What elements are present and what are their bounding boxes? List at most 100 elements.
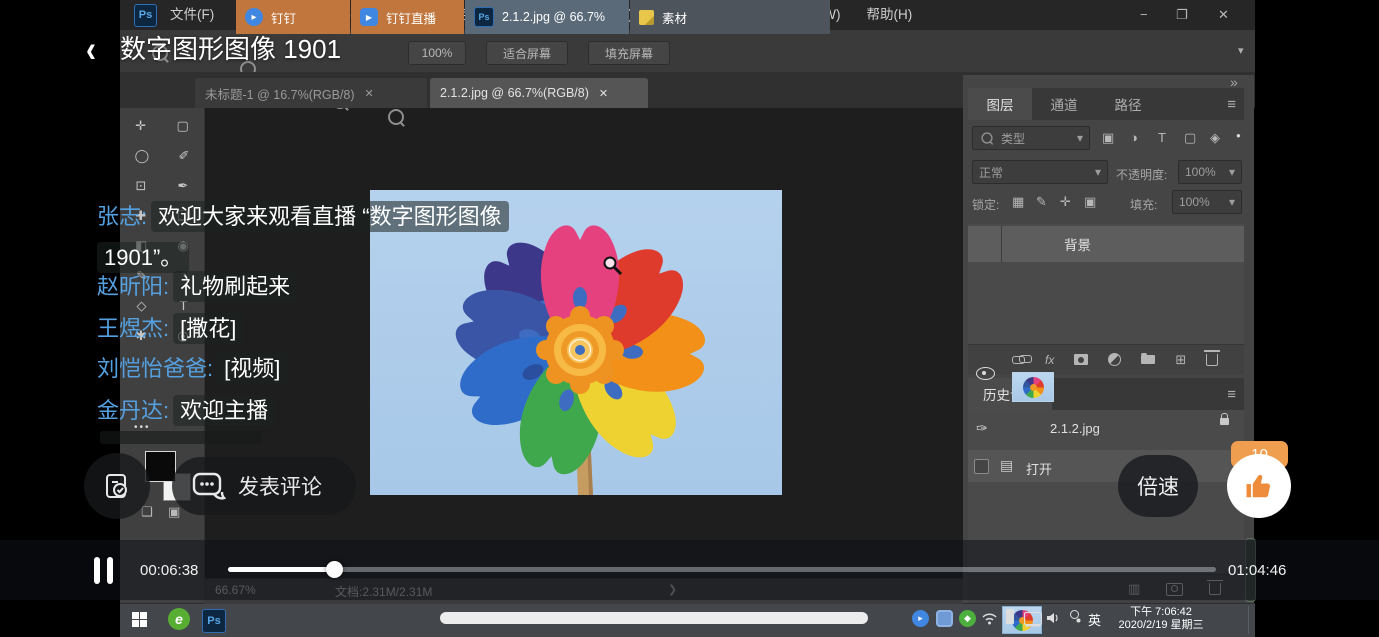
photoshop-taskbar-icon[interactable]: Ps: [202, 609, 226, 633]
layer-style-fx-icon[interactable]: fx: [1045, 353, 1054, 367]
layer-filter-box[interactable]: 类型 ▾: [972, 126, 1090, 150]
opacity-label: 不透明度:: [1116, 166, 1167, 183]
taskbar-ps-document-button[interactable]: Ps 2.1.2.jpg @ 66.7%: [465, 0, 629, 34]
tab-layers[interactable]: 图层: [968, 88, 1032, 120]
menu-file[interactable]: 文件(F): [157, 0, 227, 30]
start-button[interactable]: [132, 612, 147, 627]
tray-green-app-icon[interactable]: ◆: [959, 610, 976, 627]
fill-screen-button[interactable]: 填充屏幕: [588, 41, 670, 65]
tab-label: 未标题-1 @ 16.7%(RGB/8): [205, 84, 355, 103]
speaker-icon[interactable]: [1046, 612, 1062, 624]
tray-grid-app-icon[interactable]: [936, 610, 953, 627]
computer-icon[interactable]: [1024, 612, 1042, 625]
tab-close-icon[interactable]: ✕: [365, 87, 374, 100]
history-brush-source-icon[interactable]: ✑: [976, 420, 988, 437]
fit-screen-button[interactable]: 适合屏幕: [486, 41, 568, 65]
zoom-option-icon[interactable]: [388, 109, 404, 125]
pause-button[interactable]: [107, 557, 113, 584]
close-icon[interactable]: ✕: [1218, 7, 1229, 23]
tool-icon[interactable]: ⊡: [136, 178, 147, 194]
layer-visibility-eye-icon[interactable]: [976, 367, 995, 380]
post-comment-button[interactable]: 发表评论: [172, 457, 356, 515]
document-tab-untitled[interactable]: 未标题-1 @ 16.7%(RGB/8) ✕: [195, 78, 427, 108]
opacity-field[interactable]: 100% ▾: [1178, 160, 1242, 184]
chat-message: 刘恺怡爸爸:[视频]: [97, 348, 559, 389]
blend-mode-select[interactable]: 正常 ▾: [972, 160, 1108, 184]
tool-icon[interactable]: ✐: [178, 148, 189, 164]
chat-message: 赵昕阳:礼物刷起来: [97, 266, 559, 307]
link-layers-icon[interactable]: [1012, 356, 1025, 364]
dropdown-icon: ▾: [1229, 195, 1235, 209]
like-button[interactable]: [1227, 454, 1291, 518]
history-panel-tabbar: 历史记录 ≡: [968, 378, 1244, 410]
menu-help[interactable]: 帮助(H): [853, 0, 925, 30]
history-state-doc-icon: ▤: [1000, 457, 1013, 474]
new-group-icon[interactable]: [1141, 355, 1155, 364]
filter-adjustment-icon[interactable]: ◑: [1130, 130, 1138, 145]
tool-icon[interactable]: ✒: [178, 178, 189, 194]
history-state-name[interactable]: 打开: [1026, 459, 1052, 478]
comment-bubble-icon: [192, 471, 226, 501]
panel-menu-icon[interactable]: ≡: [1160, 88, 1244, 120]
dingtalk-live-icon: ▶: [360, 8, 378, 26]
foreground-color-swatch[interactable]: [145, 451, 176, 482]
seek-bar-track[interactable]: [228, 567, 1216, 572]
playback-speed-button[interactable]: 倍速: [1118, 455, 1198, 517]
chat-username: 金丹达:: [97, 398, 173, 423]
lock-paint-icon[interactable]: ✎: [1036, 194, 1047, 210]
filter-type-icon[interactable]: T: [1158, 130, 1166, 145]
lock-move-icon[interactable]: ✛: [1060, 194, 1071, 210]
layer-name[interactable]: 背景: [1064, 234, 1091, 254]
delete-layer-icon[interactable]: [1206, 354, 1218, 366]
taskbar-material-button[interactable]: 素材: [630, 0, 830, 34]
pause-button[interactable]: [94, 557, 100, 584]
tab-close-icon[interactable]: ✕: [599, 87, 608, 100]
taskbar-dingtalk-live-button[interactable]: ▶ 钉钉直播: [351, 0, 464, 34]
chat-message: 金丹达:欢迎主播: [97, 390, 559, 431]
workspace-dropdown-icon[interactable]: ▾: [1238, 44, 1244, 57]
tool-icon[interactable]: ✛: [135, 118, 146, 134]
seek-handle[interactable]: [326, 561, 343, 578]
layer-row-background[interactable]: [968, 226, 1244, 262]
filter-pixel-icon[interactable]: ▣: [1102, 130, 1114, 146]
live-title: 数字图形图像 1901: [120, 29, 341, 66]
panel-menu-icon[interactable]: ≡: [1052, 378, 1244, 410]
usb-device-icon[interactable]: [1006, 609, 1014, 624]
fill-field[interactable]: 100% ▾: [1172, 190, 1242, 214]
layers-panel-footer: fx ⊞: [968, 344, 1244, 374]
screen-mode-icon[interactable]: ▣: [168, 504, 180, 520]
adjustment-layer-icon[interactable]: [1108, 353, 1121, 366]
chat-text: 欢迎主播: [173, 395, 275, 426]
zoom-100-button[interactable]: 100%: [408, 41, 466, 65]
thumbs-up-icon: [1244, 471, 1274, 501]
filter-smart-icon[interactable]: ◈: [1210, 130, 1220, 146]
sign-in-button[interactable]: [84, 453, 150, 519]
lock-transparent-icon[interactable]: ▦: [1012, 194, 1024, 210]
tray-dingtalk-icon[interactable]: ▸: [912, 610, 929, 627]
history-state-checkbox[interactable]: [974, 459, 989, 474]
tab-channels[interactable]: 通道: [1032, 88, 1096, 120]
browser-icon[interactable]: e: [168, 608, 190, 630]
tab-paths[interactable]: 路径: [1096, 88, 1160, 120]
pin-link-icon[interactable]: [1070, 610, 1079, 619]
add-mask-icon[interactable]: [1074, 354, 1088, 365]
taskbar-clock[interactable]: 下午 7:06:42 2020/2/19 星期三: [1112, 606, 1210, 632]
new-layer-icon[interactable]: ⊞: [1175, 352, 1186, 368]
restore-icon[interactable]: ❐: [1176, 7, 1188, 23]
history-snapshot-name[interactable]: 2.1.2.jpg: [1050, 421, 1100, 436]
minimize-icon[interactable]: −: [1140, 7, 1148, 22]
show-desktop-divider[interactable]: [1248, 606, 1249, 634]
filter-toggle-icon[interactable]: ●: [1236, 131, 1241, 140]
chat-text: [视频]: [217, 353, 287, 384]
document-tab-active[interactable]: 2.1.2.jpg @ 66.7%(RGB/8) ✕: [430, 78, 648, 108]
filter-shape-icon[interactable]: ▢: [1184, 130, 1196, 146]
wifi-icon[interactable]: [981, 611, 998, 625]
fill-label: 填充:: [1130, 196, 1157, 213]
input-method-indicator[interactable]: 英: [1088, 610, 1101, 629]
taskbar-button-label: 钉钉直播: [386, 8, 436, 27]
tool-icon[interactable]: ◯: [135, 148, 150, 164]
layer-thumbnail[interactable]: [1012, 372, 1054, 402]
lock-artboard-icon[interactable]: ▣: [1084, 194, 1096, 210]
tool-icon[interactable]: ▢: [176, 118, 188, 134]
back-button[interactable]: ‹: [86, 29, 96, 72]
